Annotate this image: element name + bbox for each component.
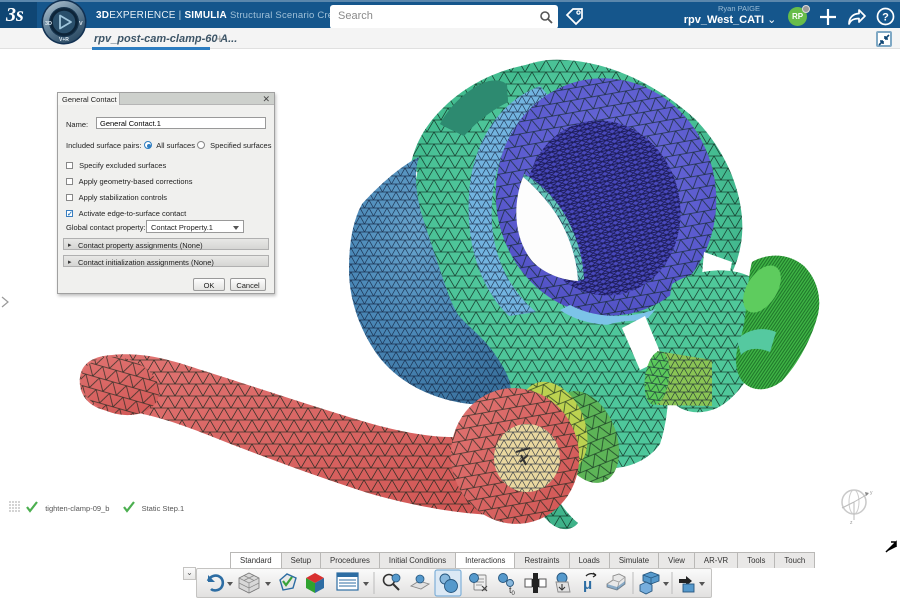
svg-text:?: ? bbox=[882, 12, 889, 24]
svg-text:V: V bbox=[79, 21, 83, 27]
svg-text:V+R: V+R bbox=[59, 37, 69, 43]
svg-text:y: y bbox=[870, 490, 873, 496]
svg-text:z: z bbox=[850, 520, 853, 526]
svg-text:t0: t0 bbox=[509, 585, 516, 597]
svg-text:3s: 3s bbox=[5, 4, 24, 26]
svg-text:3D: 3D bbox=[45, 21, 52, 27]
svg-text:μ: μ bbox=[583, 576, 592, 593]
